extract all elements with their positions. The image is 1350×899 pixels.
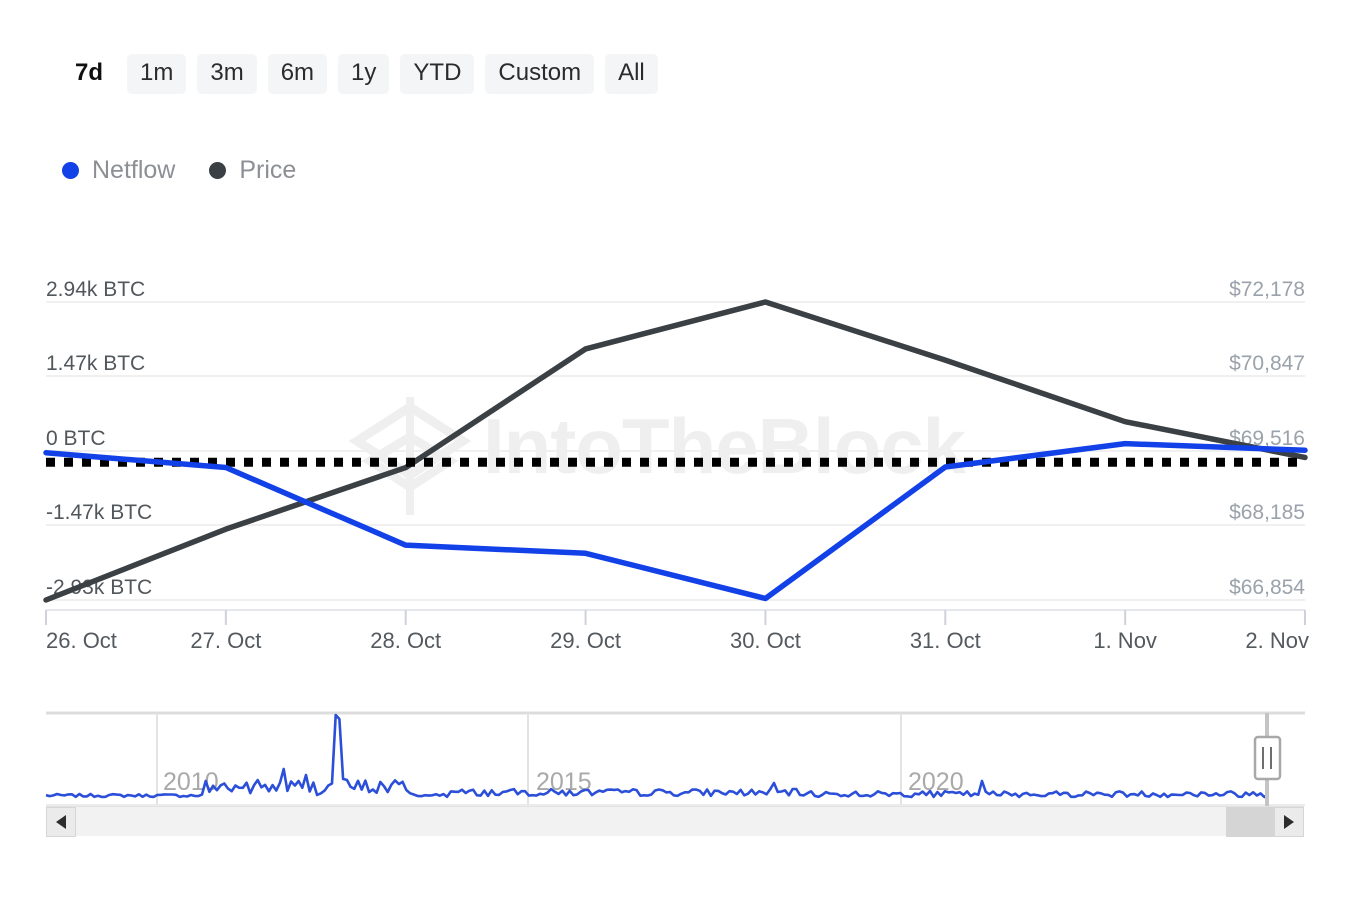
legend-label-netflow: Netflow	[92, 155, 176, 184]
left-axis-labels: 2.94k BTC 1.47k BTC 0 BTC -1.47k BTC -2.…	[46, 278, 152, 599]
scrollbar-thumb[interactable]	[1226, 807, 1274, 837]
scroll-right-button[interactable]	[1274, 807, 1304, 837]
netflow-price-chart-widget: 7d 1m 3m 6m 1y YTD Custom All Netflow Pr…	[0, 0, 1350, 899]
x-axis-label-2: 28. Oct	[370, 628, 441, 653]
right-axis-labels: $72,178 $70,847 $69,516 $68,185 $66,854	[1229, 278, 1305, 599]
left-axis-tick-3: -1.47k BTC	[46, 501, 152, 524]
right-axis-tick-3: $68,185	[1229, 501, 1305, 524]
chevron-left-icon	[56, 815, 66, 829]
right-axis-tick-1: $70,847	[1229, 352, 1305, 375]
left-axis-tick-1: 1.47k BTC	[46, 352, 145, 375]
watermark-text: IntoTheBlock	[483, 402, 967, 490]
x-axis-label-6: 1. Nov	[1093, 628, 1157, 653]
scroll-left-button[interactable]	[46, 807, 76, 837]
legend-dot-price-icon	[209, 161, 227, 179]
range-button-6m[interactable]: 6m	[267, 54, 328, 94]
chevron-right-icon	[1284, 815, 1294, 829]
range-button-custom[interactable]: Custom	[485, 54, 595, 94]
chart-legend: Netflow Price	[62, 150, 296, 190]
legend-item-netflow[interactable]: Netflow	[62, 155, 176, 184]
x-axis-label-7: 2. Nov	[1245, 628, 1309, 653]
x-axis-label-4: 30. Oct	[730, 628, 801, 653]
left-axis-tick-2: 0 BTC	[46, 427, 106, 450]
x-axis-label-3: 29. Oct	[550, 628, 621, 653]
x-axis-label-1: 27. Oct	[190, 628, 261, 653]
navigator-handle-right[interactable]	[1253, 713, 1282, 807]
range-button-7d[interactable]: 7d	[62, 54, 116, 93]
navigator-series-line	[45, 713, 1269, 799]
range-button-1y[interactable]: 1y	[338, 54, 390, 94]
right-axis-tick-0: $72,178	[1229, 278, 1305, 301]
range-button-3m[interactable]: 3m	[197, 54, 257, 94]
legend-item-price[interactable]: Price	[209, 155, 297, 184]
chart-svg: IntoTheBlock 2.94k BTC 1.47k BTC 0 BTC -…	[43, 278, 1309, 653]
x-axis-label-5: 31. Oct	[910, 628, 981, 653]
chart-plot-area[interactable]: IntoTheBlock 2.94k BTC 1.47k BTC 0 BTC -…	[0, 255, 1350, 655]
watermark-intotheblock: IntoTheBlock	[348, 397, 968, 515]
x-axis-label-0: 26. Oct	[46, 628, 117, 653]
right-axis-tick-4: $66,854	[1229, 576, 1305, 599]
x-axis-labels: 26. Oct 27. Oct 28. Oct 29. Oct 30. Oct 31. O…	[46, 628, 1309, 653]
time-range-selector: 7d 1m 3m 6m 1y YTD Custom All	[62, 50, 658, 98]
legend-dot-netflow-icon	[62, 161, 79, 179]
left-axis-tick-0: 2.94k BTC	[46, 278, 145, 301]
x-axis	[45, 609, 1306, 625]
range-button-all[interactable]: All	[605, 54, 658, 94]
chart-scrollbar[interactable]	[46, 806, 1304, 837]
range-button-1m[interactable]: 1m	[127, 54, 187, 94]
legend-label-price: Price	[239, 155, 297, 184]
range-button-ytd[interactable]: YTD	[400, 54, 475, 94]
